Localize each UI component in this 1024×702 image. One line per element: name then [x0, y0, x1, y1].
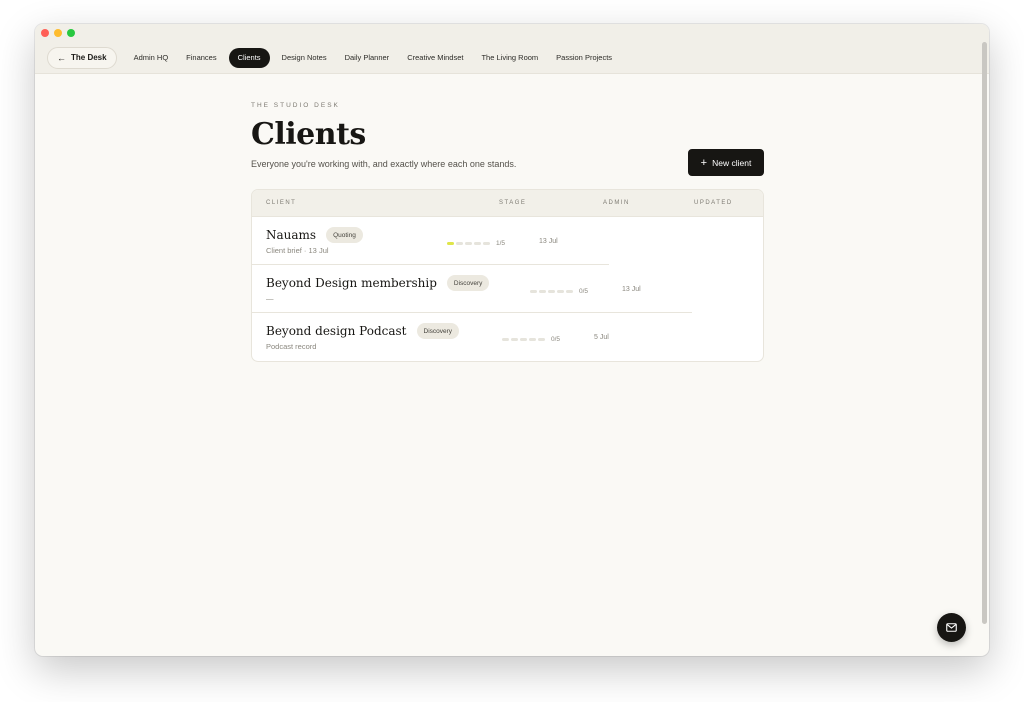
progress-segments	[502, 338, 547, 341]
arrow-left-icon: ←	[57, 52, 66, 63]
stage-progress: 1/5	[447, 240, 505, 247]
page-eyebrow: THE STUDIO DESK	[251, 102, 340, 109]
progress-segment	[511, 338, 518, 341]
column-header-admin: ADMIN	[603, 200, 630, 206]
maximize-window-button[interactable]	[67, 29, 75, 37]
progress-segment	[557, 290, 564, 293]
client-cell: Beyond design Podcast Discovery Podcast …	[266, 323, 460, 351]
progress-segment	[483, 242, 490, 245]
progress-segment	[447, 242, 454, 245]
progress-segment	[548, 290, 555, 293]
close-window-button[interactable]	[41, 29, 49, 37]
tab-creative-mindset[interactable]: Creative Mindset	[398, 48, 472, 68]
stage-progress: 0/5	[530, 288, 588, 295]
mail-icon	[946, 623, 957, 632]
updated-date: 13 Jul	[539, 238, 558, 245]
column-header-updated: UPDATED	[694, 200, 733, 206]
client-meta: Podcast record	[266, 342, 317, 351]
title-bar	[35, 24, 989, 42]
tab-finances[interactable]: Finances	[177, 48, 225, 68]
stage-badge: Discovery	[416, 323, 460, 339]
app-window: ← The Desk Admin HQ Finances Clients Des…	[35, 24, 989, 656]
progress-count: 0/5	[551, 336, 561, 343]
client-meta: Client brief · 13 Jul	[266, 246, 329, 255]
progress-segment	[539, 290, 546, 293]
client-meta: —	[266, 294, 274, 303]
column-header-client: CLIENT	[266, 200, 297, 206]
progress-segment	[456, 242, 463, 245]
table-row[interactable]: Beyond design Podcast Discovery Podcast …	[252, 313, 763, 361]
vertical-scrollbar[interactable]	[982, 42, 987, 624]
progress-segment	[520, 338, 527, 341]
stage-badge: Discovery	[446, 275, 490, 291]
tab-the-living-room[interactable]: The Living Room	[472, 48, 547, 68]
progress-segment	[566, 290, 573, 293]
tab-daily-planner[interactable]: Daily Planner	[336, 48, 399, 68]
stage-badge: Quoting	[326, 227, 363, 243]
progress-segment	[465, 242, 472, 245]
progress-count: 1/5	[496, 240, 506, 247]
new-client-label: New client	[712, 157, 752, 168]
minimize-window-button[interactable]	[54, 29, 62, 37]
progress-segment	[474, 242, 481, 245]
top-navigation: ← The Desk Admin HQ Finances Clients Des…	[35, 42, 989, 74]
table-row[interactable]: Nauams Quoting Client brief · 13 Jul 1/5…	[252, 217, 763, 265]
page-title: Clients	[251, 117, 366, 152]
updated-date: 13 Jul	[622, 286, 641, 293]
updated-date: 5 Jul	[594, 334, 609, 341]
tab-design-notes[interactable]: Design Notes	[273, 48, 336, 68]
progress-segment	[502, 338, 509, 341]
back-to-desk-button[interactable]: ← The Desk	[47, 46, 117, 69]
progress-segment	[529, 338, 536, 341]
progress-segments	[447, 242, 492, 245]
column-header-stage: STAGE	[499, 200, 527, 206]
progress-segment	[538, 338, 545, 341]
stage-progress: 0/5	[502, 336, 560, 343]
client-name: Nauams	[266, 228, 317, 242]
tab-passion-projects[interactable]: Passion Projects	[547, 48, 621, 68]
progress-segment	[530, 290, 537, 293]
progress-segments	[530, 290, 575, 293]
messages-fab-button[interactable]	[937, 613, 966, 642]
client-name: Beyond design Podcast	[266, 324, 407, 338]
client-cell: Nauams Quoting Client brief · 13 Jul	[266, 227, 363, 255]
client-name: Beyond Design membership	[266, 276, 437, 290]
tab-clients[interactable]: Clients	[228, 47, 270, 68]
client-cell: Beyond Design membership Discovery —	[266, 275, 490, 303]
table-header: CLIENT STAGE ADMIN UPDATED	[252, 190, 763, 217]
clients-table: CLIENT STAGE ADMIN UPDATED Nauams Quotin…	[251, 189, 764, 362]
tab-admin-hq[interactable]: Admin HQ	[125, 48, 178, 68]
progress-count: 0/5	[579, 288, 589, 295]
main-content: THE STUDIO DESK Clients Everyone you're …	[251, 102, 764, 362]
back-button-label: The Desk	[71, 53, 107, 62]
new-client-button[interactable]: + New client	[688, 149, 764, 176]
plus-icon: +	[700, 156, 708, 169]
table-row[interactable]: Beyond Design membership Discovery — 0/5…	[252, 265, 763, 313]
